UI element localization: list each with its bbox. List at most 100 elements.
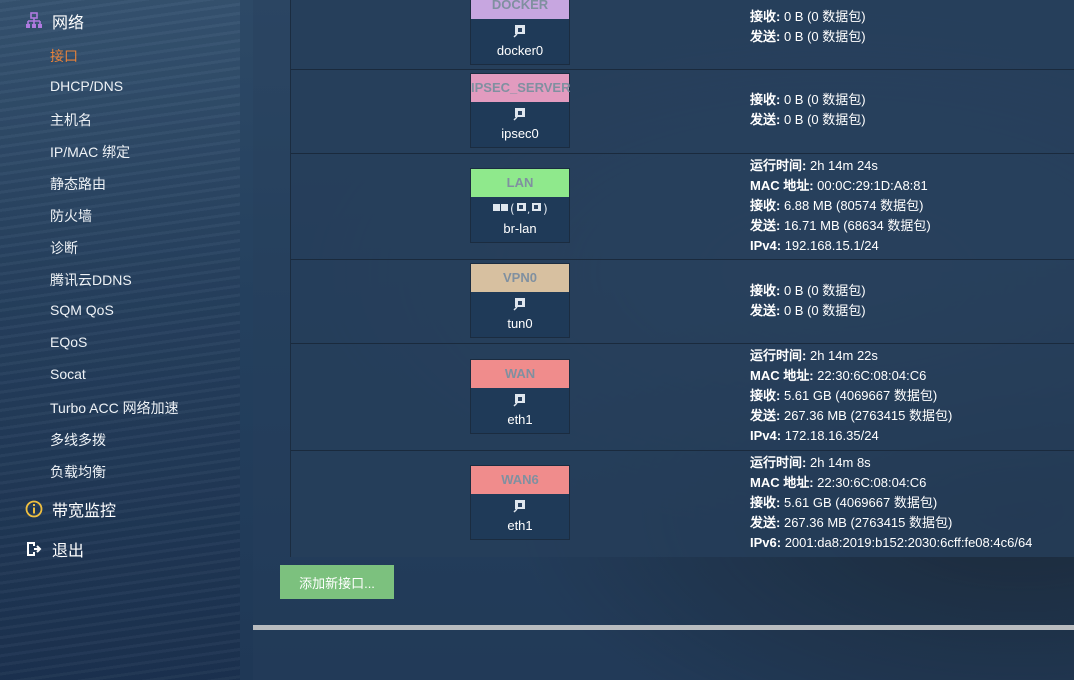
sidebar-item-firewall[interactable]: 防火墙 (50, 206, 92, 226)
info-label: 接收: (750, 283, 781, 298)
interface-card-vpn0[interactable]: VPN0 tun0 (470, 263, 570, 338)
rx-value: 0 B (0 数据包) (783, 9, 866, 24)
tx-value: 16.71 MB (68634 数据包) (783, 218, 931, 233)
rx-value: 5.61 GB (4069667 数据包) (783, 388, 938, 403)
table-row: DOCKER docker0 接收: 0 B (0 数据包) 发送: 0 B (… (291, 0, 1074, 70)
tx-value: 0 B (0 数据包) (783, 112, 866, 127)
add-interface-button[interactable]: 添加新接口... (280, 565, 394, 599)
info-label: 运行时间: (750, 455, 807, 470)
sidebar-item-eqos[interactable]: EQoS (50, 334, 87, 350)
table-row: WAN eth1 运行时间: 2h 14m 22s MAC 地址: 22:30:… (291, 343, 1074, 451)
bridge-icon: (,) (471, 197, 569, 219)
table-row: VPN0 tun0 接收: 0 B (0 数据包) 发送: 0 B (0 数据包… (291, 259, 1074, 344)
info-label: 发送: (750, 29, 781, 44)
rx-value: 5.61 GB (4069667 数据包) (783, 495, 938, 510)
uptime-value: 2h 14m 24s (809, 158, 878, 173)
info-icon (24, 499, 44, 519)
sidebar-item-turbo-acc[interactable]: Turbo ACC 网络加速 (50, 398, 179, 418)
ethernet-port-icon (471, 292, 569, 314)
interface-device: docker0 (496, 43, 544, 58)
sidebar-logout[interactable]: 退出 (24, 537, 84, 561)
logout-icon (24, 539, 44, 559)
sidebar-item-sqm-qos[interactable]: SQM QoS (50, 302, 114, 318)
mac-value: 22:30:6C:08:04:C6 (817, 368, 927, 383)
ip-value: 172.18.16.35/24 (784, 428, 879, 443)
rx-value: 6.88 MB (80574 数据包) (783, 198, 924, 213)
interface-device: ipsec0 (501, 126, 539, 141)
horizontal-scrollbar[interactable] (253, 625, 1074, 630)
interface-device: eth1 (507, 518, 533, 533)
sidebar-item-tencent-ddns[interactable]: 腾讯云DDNS (50, 270, 132, 290)
sidebar: 网络 接口 DHCP/DNS 主机名 IP/MAC 绑定 静态路由 防火墙 诊断… (0, 0, 240, 680)
sidebar-section-label: 带宽监控 (52, 503, 117, 520)
interface-name-badge: DOCKER (471, 0, 569, 19)
sidebar-item-static-routes[interactable]: 静态路由 (50, 174, 106, 194)
sidebar-item-interfaces[interactable]: 接口 (50, 46, 78, 66)
interface-name-badge: WAN6 (471, 466, 569, 494)
interface-name-badge: VPN0 (471, 264, 569, 292)
info-label: 接收: (750, 92, 781, 107)
info-label: 接收: (750, 198, 781, 213)
interfaces-table: DOCKER docker0 接收: 0 B (0 数据包) 发送: 0 B (… (290, 0, 1074, 557)
sidebar-item-hostnames[interactable]: 主机名 (50, 110, 92, 130)
sidebar-item-multiwan[interactable]: 多线多拨 (50, 430, 106, 450)
interface-info: 运行时间: 2h 14m 24s MAC 地址: 00:0C:29:1D:A8:… (750, 156, 931, 256)
sidebar-item-diagnostics[interactable]: 诊断 (50, 238, 78, 258)
tx-value: 0 B (0 数据包) (783, 303, 866, 318)
info-label: 发送: (750, 218, 781, 233)
interface-device: eth1 (507, 412, 533, 427)
interface-device: tun0 (507, 316, 533, 331)
info-label: MAC 地址: (750, 178, 814, 193)
ethernet-port-icon (471, 388, 569, 410)
rx-value: 0 B (0 数据包) (783, 283, 866, 298)
sidebar-logout-label: 退出 (52, 543, 85, 560)
uptime-value: 2h 14m 22s (809, 348, 878, 363)
info-label: 接收: (750, 9, 781, 24)
interface-card-docker[interactable]: DOCKER docker0 (470, 0, 570, 65)
info-label: 发送: (750, 408, 781, 423)
info-label: 运行时间: (750, 158, 807, 173)
table-row: LAN (,) br-lan 运行时间: 2h 14m 24s MAC 地址: … (291, 153, 1074, 260)
interface-info: 运行时间: 2h 14m 22s MAC 地址: 22:30:6C:08:04:… (750, 346, 952, 446)
interface-card-wan[interactable]: WAN eth1 (470, 359, 570, 434)
ip-value: 192.168.15.1/24 (784, 238, 879, 253)
interface-card-ipsec-server[interactable]: IPSEC_SERVER ipsec0 (470, 73, 570, 148)
sidebar-section-network[interactable]: 网络 (24, 9, 84, 33)
info-label: 运行时间: (750, 348, 807, 363)
info-label: 发送: (750, 515, 781, 530)
info-label: 发送: (750, 112, 781, 127)
ethernet-port-icon (471, 494, 569, 516)
sidebar-section-bandwidth[interactable]: 带宽监控 (24, 497, 116, 521)
ip-value: 2001:da8:2019:b152:2030:6cff:fe08:4c6/64 (784, 535, 1033, 550)
tx-value: 267.36 MB (2763415 数据包) (783, 408, 953, 423)
info-label: MAC 地址: (750, 368, 814, 383)
network-icon (24, 11, 44, 31)
mac-value: 22:30:6C:08:04:C6 (817, 475, 927, 490)
info-label: IPv6: (750, 535, 782, 550)
table-row: WAN6 eth1 运行时间: 2h 14m 8s MAC 地址: 22:30:… (291, 450, 1074, 557)
tx-value: 0 B (0 数据包) (783, 29, 866, 44)
interface-card-lan[interactable]: LAN (,) br-lan (470, 168, 570, 243)
interface-card-wan6[interactable]: WAN6 eth1 (470, 465, 570, 540)
info-label: MAC 地址: (750, 475, 814, 490)
info-label: IPv4: (750, 428, 782, 443)
ethernet-port-icon (471, 102, 569, 124)
sidebar-item-ip-mac-binding[interactable]: IP/MAC 绑定 (50, 142, 130, 162)
info-label: 发送: (750, 303, 781, 318)
sidebar-item-dhcp-dns[interactable]: DHCP/DNS (50, 78, 123, 94)
interface-info: 接收: 0 B (0 数据包) 发送: 0 B (0 数据包) (750, 90, 866, 130)
rx-value: 0 B (0 数据包) (783, 92, 866, 107)
sidebar-section-label: 网络 (52, 15, 85, 32)
sidebar-item-load-balance[interactable]: 负载均衡 (50, 462, 106, 482)
info-label: IPv4: (750, 238, 782, 253)
interface-device: br-lan (503, 221, 537, 236)
uptime-value: 2h 14m 8s (809, 455, 871, 470)
sidebar-item-socat[interactable]: Socat (50, 366, 86, 382)
ethernet-port-icon (471, 19, 569, 41)
mac-value: 00:0C:29:1D:A8:81 (817, 178, 928, 193)
info-label: 接收: (750, 388, 781, 403)
svg-text:(: ( (510, 202, 515, 216)
interface-info: 运行时间: 2h 14m 8s MAC 地址: 22:30:6C:08:04:C… (750, 453, 1032, 553)
tx-value: 267.36 MB (2763415 数据包) (783, 515, 953, 530)
interface-info: 接收: 0 B (0 数据包) 发送: 0 B (0 数据包) (750, 281, 866, 321)
